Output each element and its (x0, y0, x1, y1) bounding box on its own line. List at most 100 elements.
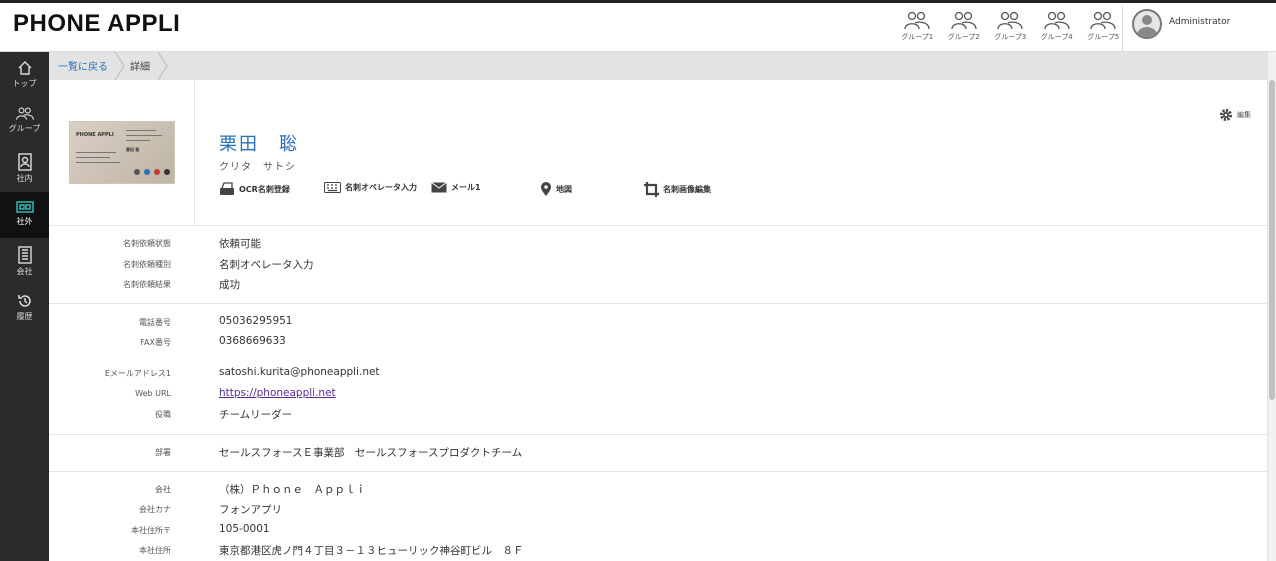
group-icon (1044, 11, 1070, 30)
ocr-register-button[interactable]: OCR名刺登録 (219, 182, 290, 196)
avatar (1132, 9, 1162, 39)
action-label: メール1 (451, 183, 481, 192)
field-label: FAX番号 (140, 338, 171, 347)
field-row: 名刺依頼状態 依頼可能 (49, 234, 1267, 254)
field-value: セールスフォースＥ事業部 セールスフォースプロダクトチーム (219, 447, 523, 459)
breadcrumb: 一覧に戻る 詳細 (49, 52, 1276, 80)
field-label: 名刺依頼状態 (123, 239, 171, 248)
group-icon (904, 11, 930, 30)
field-label: 電話番号 (139, 318, 171, 327)
sidebar-item-company[interactable]: 会社 (0, 238, 49, 285)
history-icon (17, 294, 31, 307)
field-label: Web URL (135, 389, 171, 398)
edit-label: 編集 (1237, 111, 1251, 119)
group-1-button[interactable]: グループ1 (894, 11, 941, 42)
field-row: 名刺依頼結果 成功 (49, 275, 1267, 295)
field-row: 名刺依頼種別 名刺オペレータ入力 (49, 255, 1267, 275)
field-label: 名刺依頼結果 (123, 280, 171, 289)
card-thumbnail-panel: PHONE APPLI 栗田 聡 (49, 80, 195, 225)
top-bar: PHONE APPLI グループ1 グループ2 グループ3 グループ4 グループ… (0, 0, 1276, 52)
field-value: フォンアプリ (219, 504, 282, 516)
action-label: OCR名刺登録 (239, 184, 290, 194)
group-icon (1090, 11, 1116, 30)
scrollbar-thumb[interactable] (1269, 80, 1275, 400)
card-line (76, 162, 120, 163)
field-label: 会社 (155, 485, 171, 494)
web-url-link[interactable]: https://phoneappli.net (219, 387, 336, 399)
sidebar: トップ グループ 社内 社外 会社 履歴 (0, 52, 49, 561)
field-label: 本社住所 (139, 546, 171, 555)
card-company: PHONE APPLI (76, 132, 114, 138)
user-menu[interactable]: Administrator (1132, 9, 1230, 39)
card-name: 栗田 聡 (126, 147, 140, 152)
group-3-button[interactable]: グループ3 (987, 11, 1034, 42)
group-5-button[interactable]: グループ5 (1080, 11, 1127, 42)
directory-icon (17, 153, 32, 171)
card-line (76, 157, 110, 158)
card-logo-mark (164, 169, 170, 175)
group-icon (997, 11, 1023, 30)
app-logo[interactable]: PHONE APPLI (13, 10, 180, 38)
card-logo-mark (144, 169, 150, 175)
field-value: （株）Ｐｈｏｎｅ Ａｐｐｌｉ (219, 484, 366, 496)
field-row: 会社カナ フォンアプリ (49, 500, 1267, 520)
field-row: 役職 チームリーダー (49, 405, 1267, 425)
user-name: Administrator (1169, 17, 1231, 27)
card-image-edit-button[interactable]: 名刺画像編集 (644, 182, 711, 197)
contact-kana: クリタ サトシ (219, 162, 296, 173)
group-2-button[interactable]: グループ2 (941, 11, 988, 42)
card-line (126, 135, 162, 136)
group-label: グループ5 (1087, 33, 1120, 41)
card-logo-mark (154, 169, 160, 175)
business-card-image[interactable]: PHONE APPLI 栗田 聡 (69, 121, 175, 184)
contact-name: 栗田 聡 (219, 134, 299, 155)
field-label: 名刺依頼種別 (123, 260, 171, 269)
action-label: 地図 (556, 185, 572, 194)
field-value: 成功 (219, 279, 240, 291)
field-label: 役職 (155, 410, 171, 419)
sidebar-item-top[interactable]: トップ (0, 52, 49, 99)
sidebar-item-internal[interactable]: 社内 (0, 145, 49, 192)
building-icon (17, 246, 32, 264)
group-icon (15, 106, 34, 120)
edit-button[interactable]: 編集 (1219, 108, 1251, 122)
group-label: グループ2 (947, 33, 980, 41)
field-row: Eメールアドレス1 satoshi.kurita@phoneappli.net (49, 364, 1267, 384)
group-4-button[interactable]: グループ4 (1034, 11, 1081, 42)
map-button[interactable]: 地図 (540, 182, 572, 197)
email-value[interactable]: satoshi.kurita@phoneappli.net (219, 366, 380, 378)
chevron-right-icon (157, 52, 168, 80)
home-icon (18, 61, 31, 75)
field-row: 部署 セールスフォースＥ事業部 セールスフォースプロダクトチーム (49, 443, 1267, 463)
sidebar-item-label: 社内 (16, 174, 33, 183)
sidebar-item-history[interactable]: 履歴 (0, 285, 49, 332)
sidebar-item-label: 会社 (16, 267, 33, 276)
breadcrumb-current: 詳細 (130, 62, 150, 73)
gear-icon (1220, 109, 1232, 121)
field-label: 会社カナ (139, 505, 171, 514)
group-label: グループ1 (901, 33, 934, 41)
section-divider (49, 434, 1267, 435)
mail-icon (431, 182, 447, 193)
page-scrollbar[interactable] (1267, 52, 1276, 561)
sidebar-item-group[interactable]: グループ (0, 99, 49, 146)
group-icon (951, 11, 977, 30)
chevron-right-icon (114, 52, 125, 80)
card-logo-mark (134, 169, 140, 175)
group-label: グループ3 (994, 33, 1027, 41)
phone-value[interactable]: 05036295951 (219, 315, 293, 327)
header-divider (1122, 6, 1123, 52)
keyboard-icon (324, 182, 341, 193)
field-value: 名刺オペレータ入力 (219, 259, 314, 271)
field-value: 0368669633 (219, 335, 286, 347)
operator-input-button[interactable]: 名刺オペレータ入力 (324, 182, 417, 193)
scanner-icon (220, 182, 234, 195)
sidebar-item-external[interactable]: 社外 (0, 191, 49, 238)
field-row: FAX番号 0368669633 (49, 333, 1267, 353)
mail-button[interactable]: メール1 (431, 182, 481, 193)
group-label: グループ4 (1040, 33, 1073, 41)
section-divider (49, 225, 1267, 226)
field-row: 会社 （株）Ｐｈｏｎｅ Ａｐｐｌｉ (49, 480, 1267, 500)
map-pin-icon (541, 182, 551, 196)
back-to-list-link[interactable]: 一覧に戻る (58, 58, 108, 73)
